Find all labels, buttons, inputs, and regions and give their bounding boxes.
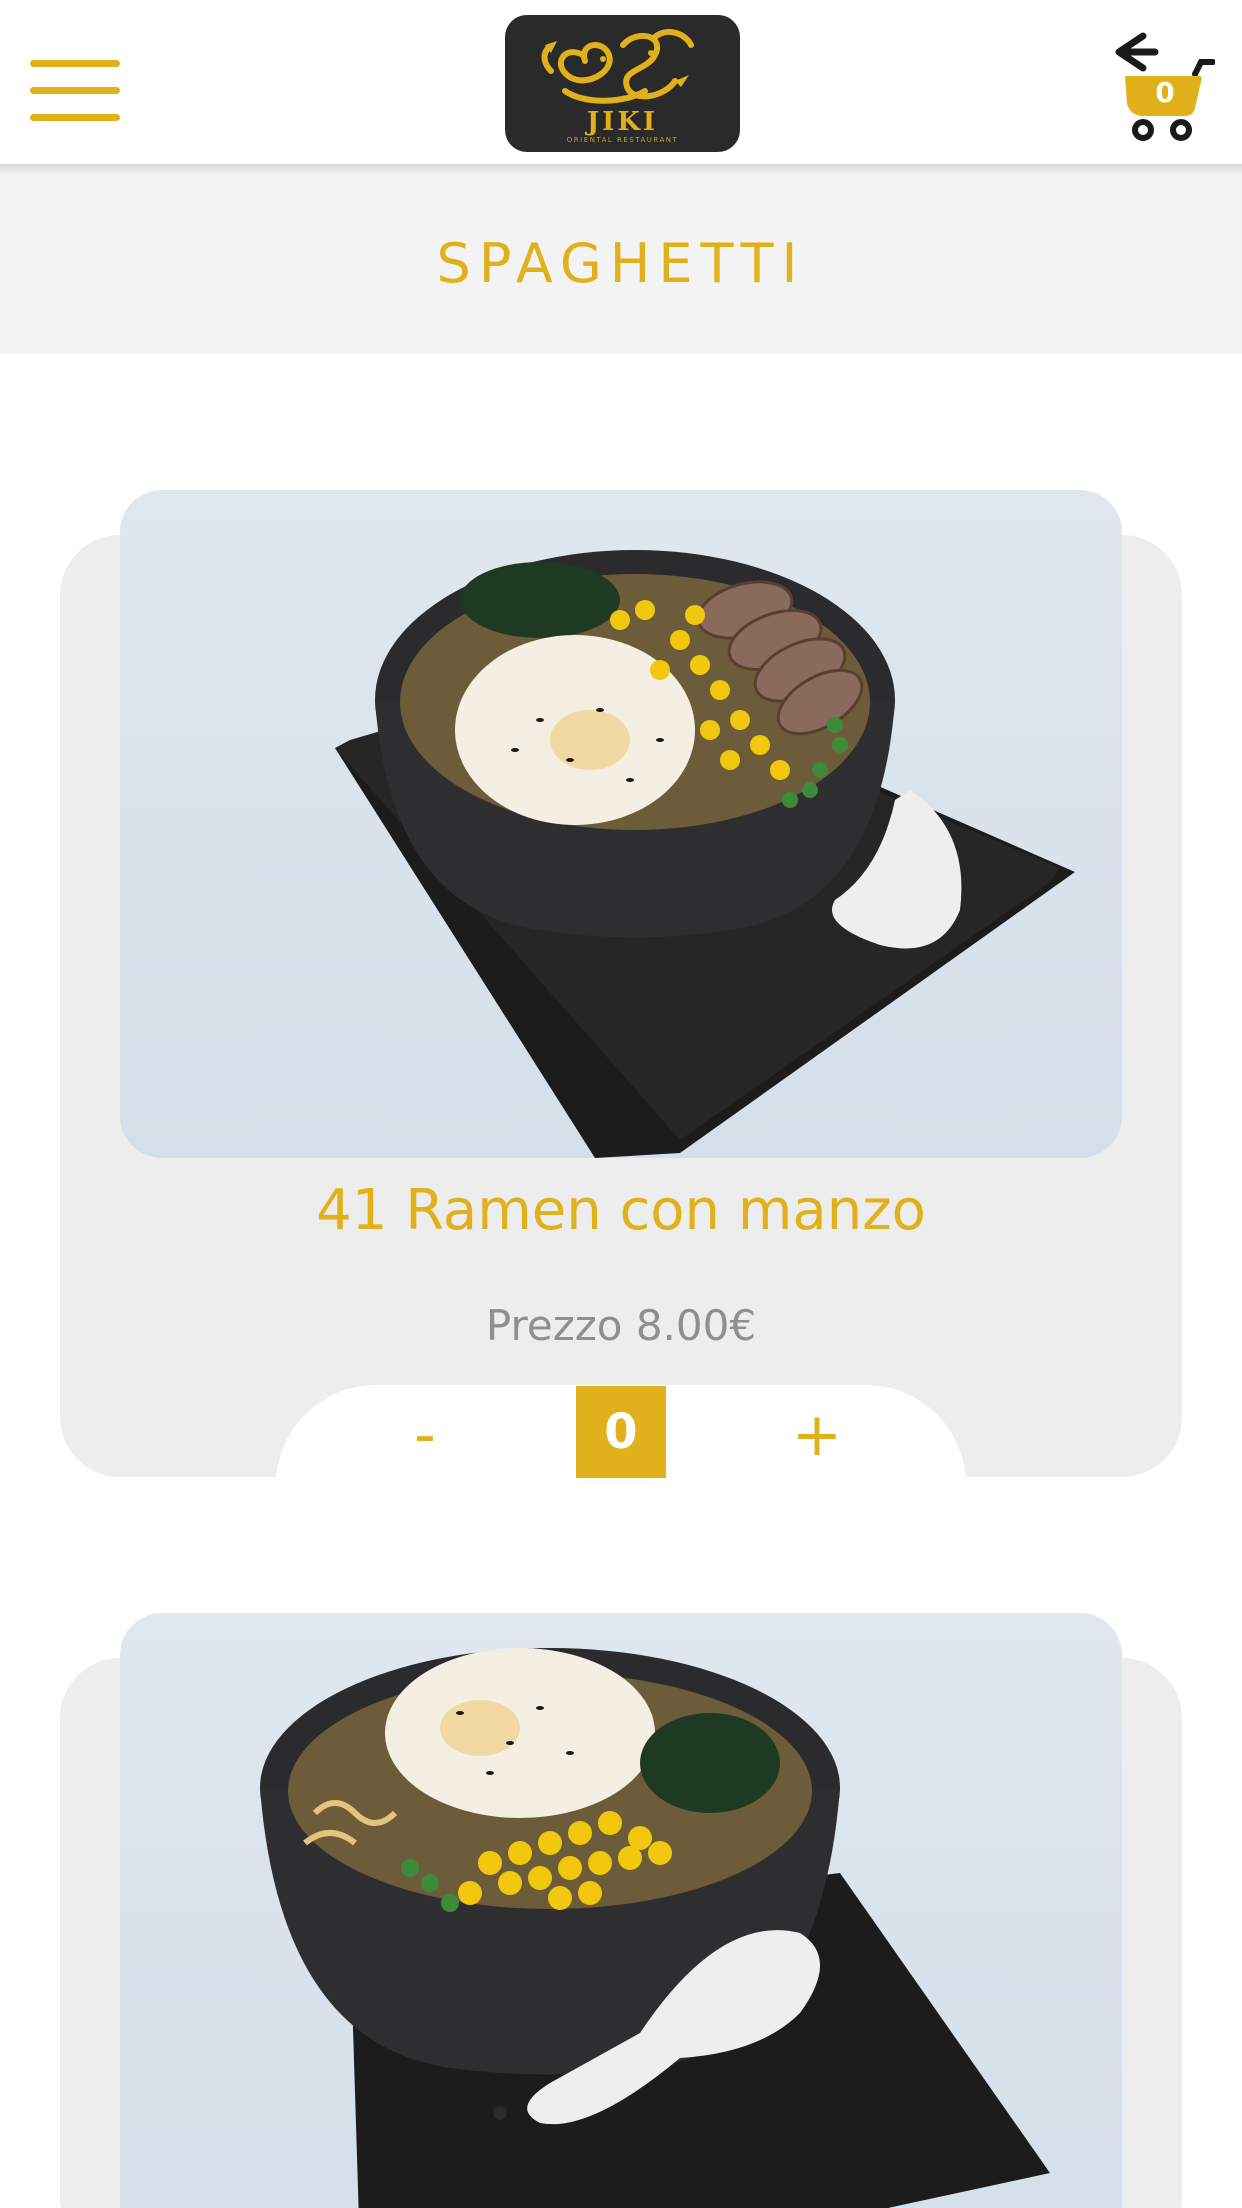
product-price: Prezzo 8.00€: [485, 1301, 757, 1350]
ramen-bowl-photo-icon: [260, 1648, 1050, 2208]
product-image[interactable]: [120, 490, 1122, 1158]
cart-button[interactable]: 0: [1115, 30, 1215, 145]
product-name[interactable]: 41 Ramen con manzo: [60, 1176, 1182, 1246]
category-title: SPAGHETTI: [436, 232, 806, 295]
ramen-bowl-photo-icon: [335, 550, 1075, 1158]
header-divider: [0, 164, 1242, 174]
increase-quantity-button[interactable]: +: [762, 1390, 872, 1480]
logo-name: JIKI: [586, 107, 659, 137]
menu-line: [30, 87, 120, 94]
restaurant-logo[interactable]: JIKI ORIENTAL RESTAURANT: [505, 15, 740, 152]
hamburger-menu-icon[interactable]: [30, 60, 120, 122]
category-header: SPAGHETTI: [0, 174, 1242, 354]
quantity-value: 0: [576, 1386, 666, 1478]
menu-line: [30, 114, 120, 121]
menu-line: [30, 60, 120, 67]
cart-count-badge: 0: [1155, 76, 1175, 109]
top-header: JIKI ORIENTAL RESTAURANT 0: [0, 0, 1242, 166]
product-image[interactable]: [120, 1613, 1122, 2208]
decrease-quantity-button[interactable]: -: [370, 1390, 480, 1480]
logo-subtitle: ORIENTAL RESTAURANT: [566, 136, 679, 144]
